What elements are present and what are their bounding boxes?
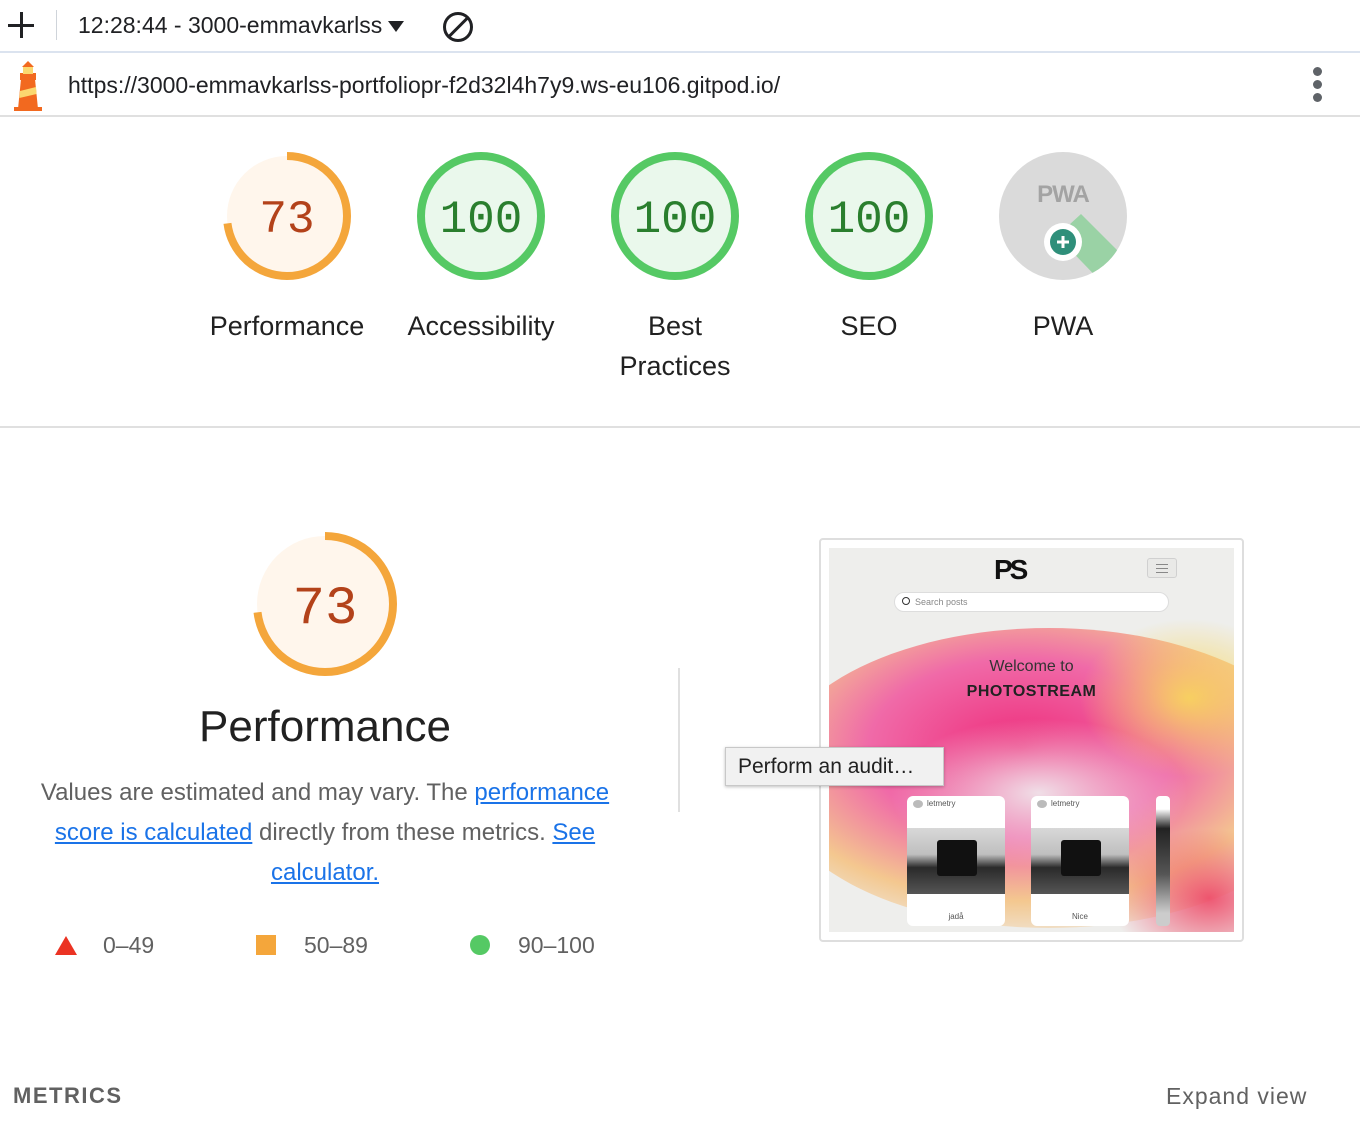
- plus-icon[interactable]: [4, 8, 38, 42]
- report-url[interactable]: https://3000-emmavkarlss-portfoliopr-f2d…: [68, 72, 780, 99]
- gauge-ring: 100: [805, 152, 933, 280]
- post-card: letmetry jadå: [907, 796, 1005, 926]
- report-url-bar: https://3000-emmavkarlss-portfoliopr-f2d…: [0, 53, 1360, 117]
- final-screenshot[interactable]: PS Search posts Welcome to PHOTOSTREAM l…: [819, 538, 1244, 942]
- site-logo: PS: [994, 554, 1028, 585]
- performance-score: 73: [293, 579, 358, 640]
- gauge-label: PWA: [1032, 311, 1094, 341]
- lighthouse-logo-icon: [14, 61, 42, 111]
- site-search-placeholder: Search posts: [915, 597, 968, 607]
- hamburger-icon: [1147, 558, 1177, 578]
- performance-gauge: 73: [253, 532, 397, 676]
- post-user: letmetry: [913, 799, 955, 808]
- gauge-score: 73: [259, 194, 314, 246]
- pwa-badge-text: PWA: [1037, 181, 1089, 208]
- gauge-ring: 100: [417, 152, 545, 280]
- performance-title: Performance: [199, 702, 451, 751]
- gauge-score: 100: [440, 194, 523, 246]
- section-divider: [0, 426, 1360, 428]
- gauge-ring: 73: [223, 152, 351, 280]
- legend-average: 50–89: [256, 928, 368, 962]
- post-caption: Nice: [1071, 912, 1088, 921]
- toolbar-separator: [56, 10, 57, 40]
- performance-desc-text: Values are estimated and may vary. The: [40, 779, 475, 806]
- block-icon[interactable]: [443, 12, 473, 42]
- pwa-badge-icon: PWA: [999, 152, 1127, 280]
- gauge-label: SEO: [840, 311, 898, 341]
- performance-description: Values are estimated and may vary. The p…: [30, 773, 620, 893]
- gauge-accessibility[interactable]: 100 Accessibility: [384, 150, 578, 346]
- gauge-performance[interactable]: 73 Performance: [190, 150, 384, 346]
- legend-fail-label: 0–49: [103, 931, 155, 958]
- kebab-menu-icon[interactable]: [1308, 67, 1328, 103]
- site-search: Search posts: [894, 592, 1169, 612]
- legend-average-label: 50–89: [304, 931, 368, 958]
- post-image: [907, 828, 1005, 894]
- tooltip: Perform an audit…: [725, 747, 944, 786]
- gauge-ring: 100: [611, 152, 739, 280]
- legend-pass-label: 90–100: [518, 931, 595, 958]
- square-icon: [256, 935, 276, 955]
- gauge-best-practices[interactable]: 100 Best Practices: [578, 150, 772, 386]
- report-selector[interactable]: 12:28:44 - 3000-emmavkarlss: [78, 12, 405, 39]
- post-card-partial: [1156, 796, 1170, 926]
- gauge-label: Performance: [209, 311, 365, 341]
- post-image: [1031, 828, 1129, 894]
- post-caption: jadå: [948, 912, 964, 921]
- triangle-icon: [55, 935, 77, 955]
- legend-fail: 0–49: [55, 928, 154, 962]
- gauge-seo[interactable]: 100 SEO: [772, 150, 966, 346]
- vertical-divider: [678, 668, 680, 812]
- metrics-heading: METRICS: [13, 1083, 123, 1108]
- category-gauges: 73 Performance 100 Accessibility 100 Bes…: [190, 150, 1160, 410]
- screenshot-image: PS Search posts Welcome to PHOTOSTREAM l…: [829, 548, 1234, 932]
- gauge-label: Best Practices: [619, 311, 731, 381]
- expand-view-button[interactable]: Expand view: [1166, 1083, 1307, 1110]
- circle-icon: [470, 935, 490, 955]
- site-welcome: Welcome to: [989, 658, 1074, 675]
- legend-pass: 90–100: [470, 928, 595, 962]
- gauge-score: 100: [634, 194, 717, 246]
- gauge-pwa[interactable]: PWA PWA: [966, 150, 1160, 346]
- search-icon: [902, 597, 910, 605]
- post-card: letmetry Nice: [1031, 796, 1129, 926]
- report-selector-label: 12:28:44 - 3000-emmavkarlss: [78, 12, 383, 38]
- caret-down-icon: [388, 21, 405, 32]
- site-brand: PHOTOSTREAM: [966, 683, 1097, 700]
- devtools-toolbar: 12:28:44 - 3000-emmavkarlss: [0, 0, 1360, 53]
- gauge-score: 100: [828, 194, 911, 246]
- performance-desc-text: directly from these metrics.: [252, 819, 553, 846]
- post-user: letmetry: [1037, 799, 1079, 808]
- gauge-label: Accessibility: [407, 311, 555, 341]
